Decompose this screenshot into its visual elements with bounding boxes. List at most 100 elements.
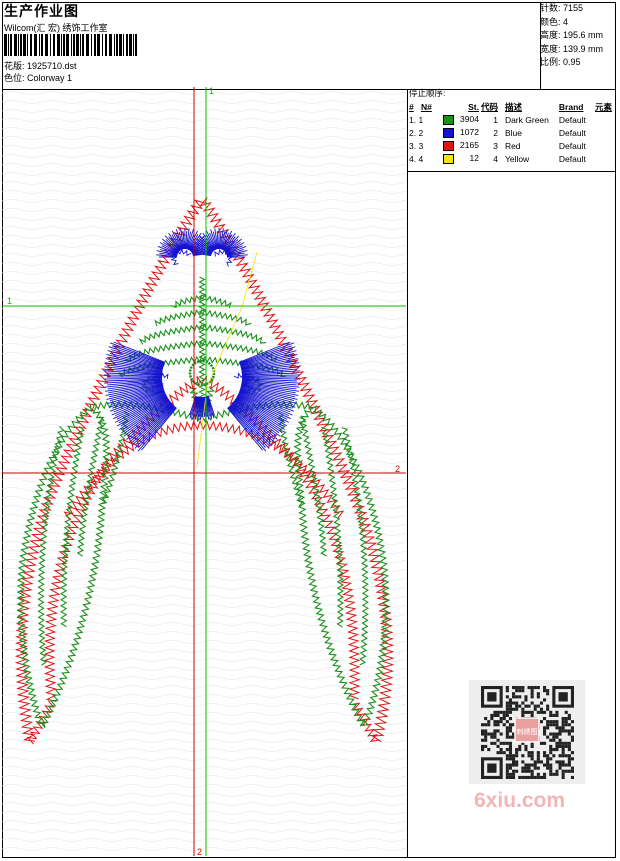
- qr-module: [567, 760, 571, 764]
- col-code: 代码: [480, 101, 498, 112]
- qr-module: [558, 726, 562, 730]
- qr-module: [564, 744, 568, 748]
- barcode-bar: [109, 34, 112, 56]
- qr-module: [515, 689, 519, 693]
- qr-module: [564, 741, 568, 745]
- qr-module: [530, 686, 534, 690]
- qr-module: [481, 729, 485, 733]
- qr-module: [546, 763, 550, 767]
- barcode-bar: [10, 34, 12, 56]
- row-description: Dark Green: [504, 114, 549, 125]
- barcode-bar: [18, 34, 19, 56]
- qr-module: [543, 751, 547, 755]
- qr-module: [524, 769, 528, 773]
- row-brand: Default: [558, 114, 586, 125]
- row-code: 1: [493, 114, 498, 125]
- barcode-bar: [133, 34, 134, 56]
- qr-module: [530, 775, 534, 779]
- qr-module: [530, 751, 534, 755]
- barcode-bar: [91, 34, 92, 56]
- qr-module: [521, 766, 525, 770]
- texture-line: [2, 541, 406, 545]
- qr-module: [527, 704, 531, 708]
- texture-line: [2, 136, 406, 140]
- qr-module: [521, 775, 525, 779]
- row-code: 2: [493, 127, 498, 138]
- row-stitches: 1072: [460, 127, 479, 137]
- qr-module: [546, 760, 550, 764]
- qr-finder-core: [487, 692, 497, 702]
- qr-module: [524, 748, 528, 752]
- qr-module: [499, 732, 503, 736]
- qr-module: [546, 707, 550, 711]
- row-description: Red: [504, 140, 521, 151]
- qr-module: [552, 732, 556, 736]
- qr-module: [530, 754, 534, 758]
- qr-module: [552, 738, 556, 742]
- qr-module: [536, 754, 540, 758]
- qr-module: [499, 720, 503, 724]
- qr-module: [505, 732, 509, 736]
- qr-module: [508, 775, 512, 779]
- guide-label: 1: [7, 296, 12, 306]
- texture-line: [2, 118, 406, 122]
- qr-module: [536, 772, 540, 776]
- qr-module: [546, 692, 550, 696]
- texture-line: [2, 667, 406, 671]
- qr-module: [561, 717, 565, 721]
- qr-module: [555, 723, 559, 727]
- barcode: [4, 34, 137, 56]
- qr-module: [570, 735, 574, 739]
- qr-module: [493, 732, 497, 736]
- qr-module: [508, 710, 512, 714]
- texture-line: [2, 640, 406, 644]
- qr-module: [505, 769, 509, 773]
- qr-module: [552, 754, 556, 758]
- texture-line: [2, 775, 406, 779]
- qr-module: [539, 760, 543, 764]
- qr-module: [512, 760, 516, 764]
- texture-line: [2, 820, 406, 824]
- qr-module: [530, 710, 534, 714]
- qr-module: [496, 710, 500, 714]
- qr-module: [521, 710, 525, 714]
- qr-module: [512, 763, 516, 767]
- qr-module: [487, 748, 491, 752]
- qr-module: [561, 748, 565, 752]
- qr-module: [484, 723, 488, 727]
- qr-module: [561, 760, 565, 764]
- qr-module: [505, 686, 509, 690]
- qr-module: [518, 744, 522, 748]
- qr-module: [561, 744, 565, 748]
- qr-module: [546, 757, 550, 761]
- texture-line: [2, 847, 406, 851]
- qr-module: [530, 692, 534, 696]
- qr-module: [505, 754, 509, 758]
- qr-module: [543, 686, 547, 690]
- qr-module: [512, 701, 516, 705]
- qr-module: [539, 701, 543, 705]
- barcode-bar: [30, 34, 32, 56]
- barcode-bar: [45, 34, 48, 56]
- qr-module: [508, 772, 512, 776]
- qr-module: [505, 766, 509, 770]
- qr-module: [515, 748, 519, 752]
- qr-module: [496, 729, 500, 733]
- row-code: 4: [493, 153, 498, 164]
- qr-module: [493, 713, 497, 717]
- qr-module: [518, 689, 522, 693]
- qr-module: [533, 707, 537, 711]
- qr-module: [536, 757, 540, 761]
- qr-module: [561, 729, 565, 733]
- qr-module: [515, 686, 519, 690]
- qr-module: [521, 686, 525, 690]
- blue-ornament: [103, 227, 301, 452]
- row-stitches: 3904: [460, 114, 479, 124]
- qr-module: [546, 766, 550, 770]
- embroidery-preview: 1 1 2 2: [2, 87, 406, 856]
- qr-module: [530, 772, 534, 776]
- qr-module: [555, 732, 559, 736]
- texture-line: [2, 631, 406, 635]
- qr-module: [555, 772, 559, 776]
- qr-module: [543, 729, 547, 733]
